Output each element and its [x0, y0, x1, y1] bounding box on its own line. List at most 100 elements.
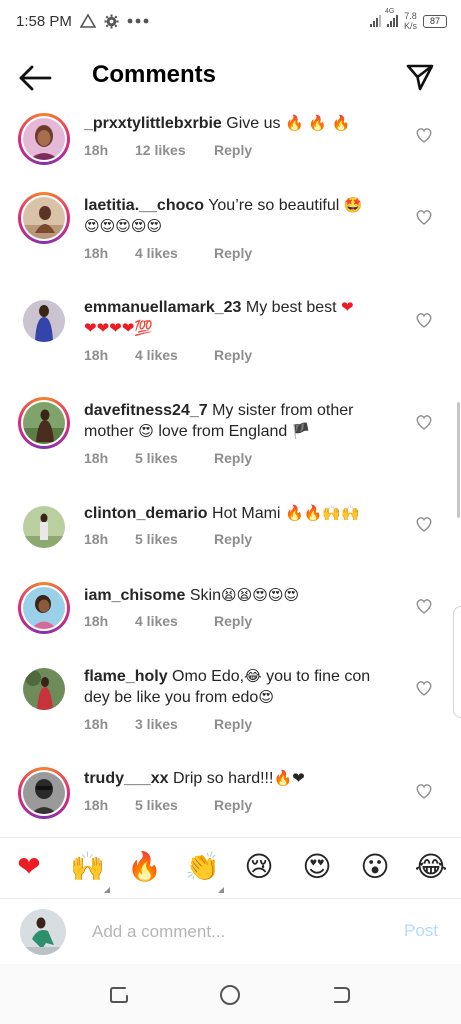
- comment-username[interactable]: davefitness24_7: [84, 402, 208, 419]
- comment-text: _prxxtylittlebxrbie Give us 🔥 🔥 🔥: [84, 113, 394, 134]
- like-heart-icon[interactable]: [415, 598, 433, 614]
- reply-button[interactable]: Reply: [214, 531, 252, 547]
- comment-message: You’re so beautiful: [208, 197, 340, 214]
- comment-username[interactable]: clinton_demario: [84, 505, 208, 522]
- comment-likes[interactable]: 5 likes: [135, 797, 214, 813]
- comment-text: iam_chisome Skin😫😫😍😍😍: [84, 585, 394, 606]
- comment-likes[interactable]: 4 likes: [135, 613, 214, 629]
- comment-emoji-line: ❤❤❤❤💯: [84, 319, 153, 337]
- reply-button[interactable]: Reply: [214, 797, 252, 813]
- reaction-heart-emoji[interactable]: ❤: [12, 850, 46, 884]
- comment-username[interactable]: _prxxtylittlebxrbie: [84, 115, 222, 132]
- comment-message: Omo Edo,: [172, 668, 245, 685]
- scrollbar-thumb[interactable]: [457, 402, 460, 518]
- comment-likes[interactable]: 5 likes: [135, 450, 214, 466]
- comment-emoji: 😫😫😍😍😍: [220, 586, 300, 604]
- avatar-story-ring[interactable]: [18, 113, 70, 165]
- avatar: [23, 402, 65, 444]
- comment-time: 18h: [84, 797, 109, 813]
- reply-button[interactable]: Reply: [214, 142, 252, 158]
- like-heart-icon[interactable]: [415, 680, 433, 696]
- comment-time: 18h: [84, 347, 109, 363]
- comments-screen: 1:58 PM 4G 7.8 K/s 87 Comments _prxxtyli…: [0, 0, 461, 1024]
- reaction-surprised-emoji[interactable]: 😮: [358, 850, 392, 884]
- like-heart-icon[interactable]: [415, 516, 433, 532]
- avatar: [23, 587, 65, 629]
- comment-username[interactable]: laetitia.__choco: [84, 197, 204, 214]
- recent-apps-icon[interactable]: [108, 984, 130, 1006]
- england-flag-icon: 🏴: [291, 422, 311, 440]
- comment-likes[interactable]: 3 likes: [135, 716, 214, 732]
- avatar-story-ring[interactable]: [18, 582, 70, 634]
- reply-button[interactable]: Reply: [214, 716, 252, 732]
- avatar-wrapper[interactable]: [18, 295, 70, 347]
- comment-time: 18h: [84, 716, 109, 732]
- comment-emoji: 🔥❤: [273, 769, 305, 787]
- avatar-story-ring[interactable]: [18, 397, 70, 449]
- comment-likes[interactable]: 4 likes: [135, 245, 214, 261]
- reply-button[interactable]: Reply: [214, 450, 252, 466]
- reaction-clapping-emoji[interactable]: 👏: [185, 850, 220, 884]
- comment-username[interactable]: flame_holy: [84, 668, 168, 685]
- comment-meta: 18h 12 likes Reply: [84, 142, 252, 158]
- avatar-story-ring[interactable]: [18, 192, 70, 244]
- like-heart-icon[interactable]: [415, 209, 433, 225]
- reaction-raised-hands-emoji[interactable]: 🙌: [70, 850, 105, 884]
- back-nav-icon[interactable]: [330, 984, 352, 1006]
- comment-meta: 18h 4 likes Reply: [84, 347, 252, 363]
- comment-text: clinton_demario Hot Mami 🔥🔥🙌🙌: [84, 503, 394, 524]
- comment-time: 18h: [84, 450, 109, 466]
- comment-username[interactable]: emmanuellamark_23: [84, 299, 241, 316]
- comment-emoji: 😍: [138, 422, 154, 440]
- comment-message: My best best: [245, 299, 337, 316]
- comment-time: 18h: [84, 613, 109, 629]
- comment-username[interactable]: trudy___xx: [84, 770, 169, 787]
- comment-likes[interactable]: 12 likes: [135, 142, 214, 158]
- comment-likes[interactable]: 5 likes: [135, 531, 214, 547]
- like-heart-icon[interactable]: [415, 783, 433, 799]
- reaction-fire-emoji[interactable]: 🔥: [127, 850, 162, 884]
- comment-time: 18h: [84, 531, 109, 547]
- comment-message: Hot Mami: [212, 505, 281, 522]
- comment-text: flame_holy Omo Edo,😂 you to fine con dey…: [84, 666, 394, 708]
- system-nav-bar: [0, 964, 461, 1024]
- reaction-laughing-emoji[interactable]: 😂: [414, 850, 448, 884]
- like-heart-icon[interactable]: [415, 312, 433, 328]
- reply-button[interactable]: Reply: [214, 347, 252, 363]
- like-heart-icon[interactable]: [415, 414, 433, 430]
- avatar-wrapper[interactable]: [18, 501, 70, 553]
- like-heart-icon[interactable]: [415, 127, 433, 143]
- comment-input[interactable]: [92, 919, 372, 945]
- avatar: [23, 506, 65, 548]
- comment-meta: 18h 3 likes Reply: [84, 716, 252, 732]
- reaction-heart-eyes-emoji[interactable]: 😍: [300, 850, 334, 884]
- comment-message-cont: love from England: [158, 423, 288, 440]
- comment-emoji: 🤩: [343, 196, 363, 214]
- comment-meta: 18h 5 likes Reply: [84, 531, 252, 547]
- comment-emoji: 🔥🔥🙌🙌: [284, 504, 360, 522]
- avatar-wrapper[interactable]: [18, 663, 70, 715]
- post-button[interactable]: Post: [404, 921, 438, 941]
- comment-likes[interactable]: 4 likes: [135, 347, 214, 363]
- comment-meta: 18h 4 likes Reply: [84, 245, 252, 261]
- reply-button[interactable]: Reply: [214, 245, 252, 261]
- avatar-story-ring[interactable]: [18, 767, 70, 819]
- avatar: [23, 118, 65, 160]
- comment-text: davefitness24_7 My sister from other mot…: [84, 400, 394, 442]
- avatar: [23, 300, 65, 342]
- comment-text: laetitia.__choco You’re so beautiful 🤩 😍…: [84, 195, 394, 237]
- comment-meta: 18h 5 likes Reply: [84, 797, 252, 813]
- home-circle-icon[interactable]: [219, 984, 241, 1006]
- comment-time: 18h: [84, 245, 109, 261]
- avatar: [23, 668, 65, 710]
- comment-text: emmanuellamark_23 My best best ❤ ❤❤❤❤💯: [84, 297, 394, 339]
- comment-message: Skin: [189, 587, 221, 604]
- comment-emoji-line: 😍😍😍😍😍: [84, 217, 163, 235]
- edge-panel-handle[interactable]: [453, 606, 461, 718]
- comment-username[interactable]: iam_chisome: [84, 587, 185, 604]
- reply-button[interactable]: Reply: [214, 613, 252, 629]
- comments-list[interactable]: _prxxtylittlebxrbie Give us 🔥 🔥 🔥 18h 12…: [0, 0, 461, 835]
- avatar: [23, 772, 65, 814]
- reaction-crying-emoji[interactable]: 😢: [242, 850, 276, 884]
- comment-text: trudy___xx Drip so hard!!!🔥❤: [84, 768, 394, 789]
